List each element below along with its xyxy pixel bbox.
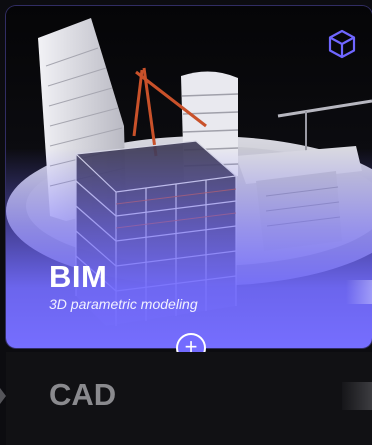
card-stack: BIM 3D parametric modeling + CAD: [0, 0, 372, 445]
cube-icon: [328, 29, 356, 59]
bim-overlay-gradient: [6, 148, 372, 348]
bim-edge-indicator: [346, 280, 372, 304]
bim-title: BIM: [49, 259, 108, 294]
bim-subtitle: 3D parametric modeling: [49, 296, 198, 312]
bim-card[interactable]: BIM 3D parametric modeling: [6, 6, 372, 348]
cad-card[interactable]: CAD: [6, 352, 372, 445]
cad-edge-indicator: [342, 382, 372, 410]
chevron-right-icon: [0, 388, 6, 404]
cad-title: CAD: [49, 377, 117, 412]
